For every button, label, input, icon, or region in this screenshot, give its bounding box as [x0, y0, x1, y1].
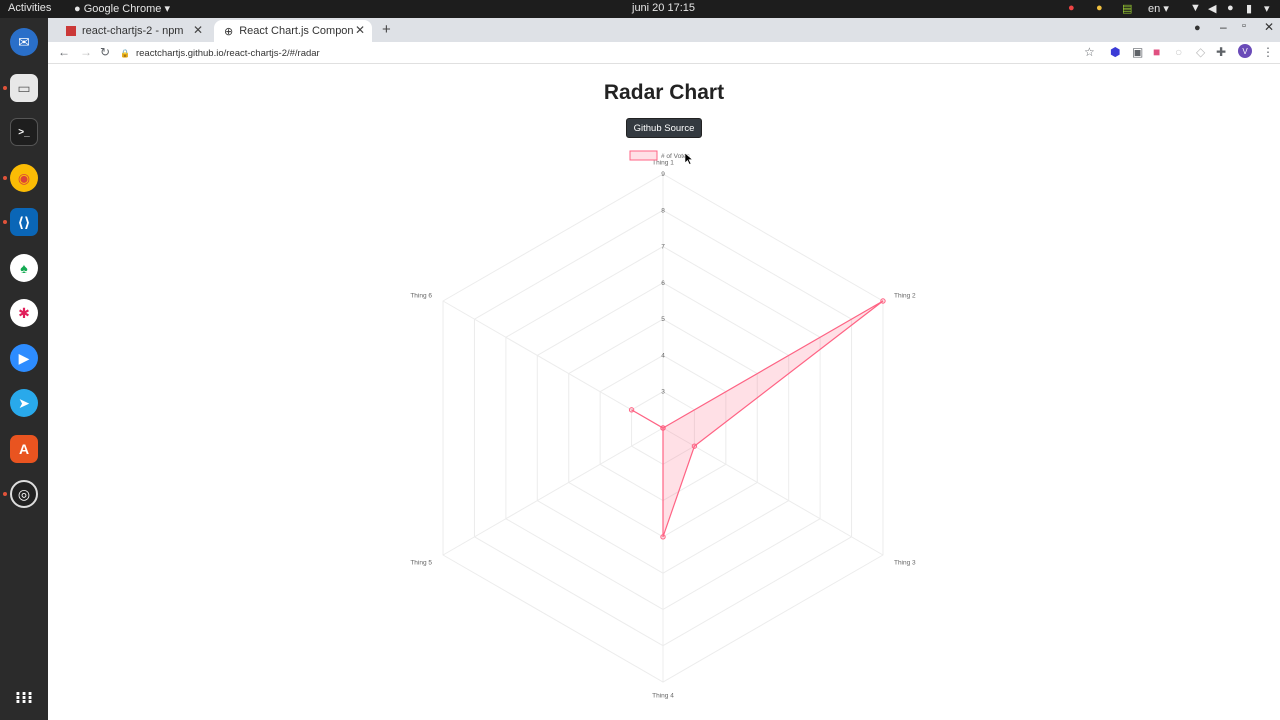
- language-label: en: [1148, 3, 1161, 15]
- wifi-icon[interactable]: ▼: [1190, 2, 1201, 14]
- chevron-down-icon: ▾: [1163, 3, 1169, 15]
- lock-icon: 🔒: [120, 48, 130, 58]
- tab-npm[interactable]: react-chartjs-2 - npm ✕: [56, 20, 210, 42]
- radar-axis-label: Thing 5: [410, 559, 432, 566]
- language-indicator[interactable]: en ▾: [1148, 2, 1169, 15]
- radar-data-point: [660, 534, 666, 540]
- system-menu-chevron-icon[interactable]: ▾: [1264, 2, 1270, 15]
- tab-react-chartjs[interactable]: ⊕ React Chart.js Component ✕: [214, 20, 372, 42]
- radar-data-point: [691, 443, 698, 449]
- radar-tick-label: 5: [661, 316, 665, 323]
- system-top-bar: Activities ● Google Chrome ▾ juni 20 17:…: [0, 0, 1280, 18]
- radar-data-point: [628, 407, 635, 413]
- close-tab-icon[interactable]: ✕: [355, 23, 365, 37]
- microphone-icon[interactable]: ●: [1227, 2, 1234, 14]
- telegram-icon[interactable]: ➤: [10, 389, 38, 417]
- profile-avatar-icon[interactable]: V: [1238, 44, 1252, 58]
- extension-camera-icon[interactable]: ▣: [1132, 45, 1143, 59]
- radar-tick-label: 7: [661, 244, 665, 251]
- page-content: Radar Chart Github Source 3 4 5 6 7 8 9 Thing 1…: [48, 64, 1280, 720]
- tab-search-icon[interactable]: ●: [1194, 22, 1201, 34]
- application-dock: ✉ ▭ >_ ◉ ⟨⟩ ♠ ✱ ▶ ➤ A ◎ ⁝⁝⁝: [0, 18, 48, 720]
- extension-shield-icon[interactable]: ◇: [1196, 45, 1205, 59]
- radar-tick-label: 9: [661, 171, 665, 178]
- zoom-icon[interactable]: ▶: [10, 344, 38, 372]
- globe-favicon-icon: ⊕: [224, 25, 234, 38]
- extensions-puzzle-icon[interactable]: ✚: [1216, 45, 1226, 59]
- radar-data-point: [880, 298, 886, 304]
- extension-pink-icon[interactable]: ■: [1153, 45, 1160, 59]
- volume-icon[interactable]: ◀: [1208, 2, 1216, 15]
- radar-angle-line: [442, 427, 664, 556]
- radar-tick-label: 6: [661, 280, 665, 287]
- npm-favicon-icon: [66, 26, 76, 36]
- radar-axis-label: Thing 6: [410, 293, 432, 300]
- files-icon[interactable]: ▭: [10, 74, 38, 102]
- mongodb-compass-icon[interactable]: ♠: [10, 254, 38, 282]
- google-chrome-icon[interactable]: ◉: [10, 164, 38, 192]
- running-indicator: [3, 492, 7, 496]
- show-applications-grid-icon[interactable]: ⁝⁝⁝: [10, 684, 38, 712]
- new-tab-button[interactable]: +: [382, 21, 391, 38]
- back-button[interactable]: ←: [58, 45, 70, 59]
- activities-button[interactable]: Activities: [8, 2, 51, 14]
- thunderbird-icon[interactable]: ✉: [10, 28, 38, 56]
- extension-hexagon-icon[interactable]: ⬢: [1110, 45, 1120, 59]
- chevron-down-icon: ▾: [164, 3, 170, 15]
- radar-tick-label: 8: [661, 207, 665, 214]
- radar-tick-label: 3: [661, 389, 665, 396]
- radar-axis-label: Thing 4: [652, 693, 674, 700]
- tab-title: React Chart.js Component: [239, 25, 354, 37]
- minimize-window-button[interactable]: –: [1220, 20, 1227, 34]
- tray-list-icon[interactable]: ▤: [1122, 2, 1132, 15]
- radar-axis-label: Thing 3: [894, 559, 916, 566]
- chrome-small-icon: ●: [74, 3, 81, 15]
- tray-notes-icon[interactable]: ●: [1096, 2, 1103, 14]
- terminal-icon[interactable]: >_: [10, 118, 38, 146]
- obs-studio-icon[interactable]: ◎: [10, 480, 38, 508]
- maximize-window-button[interactable]: ▫: [1242, 20, 1246, 32]
- radar-chart: 3456789Thing 1Thing 2Thing 3Thing 4Thing…: [410, 150, 916, 700]
- clock[interactable]: juni 20 17:15: [632, 2, 695, 14]
- software-center-icon[interactable]: A: [10, 435, 38, 463]
- slack-icon[interactable]: ✱: [10, 299, 38, 327]
- running-indicator: [3, 220, 7, 224]
- close-tab-icon[interactable]: ✕: [193, 23, 203, 37]
- battery-icon[interactable]: ▮: [1246, 2, 1252, 15]
- extension-grey-icon[interactable]: ○: [1175, 45, 1182, 59]
- app-menu-label: Google Chrome: [83, 3, 162, 15]
- close-window-button[interactable]: ✕: [1264, 20, 1274, 34]
- address-bar[interactable]: 🔒 reactchartjs.github.io/react-chartjs-2…: [120, 44, 1100, 62]
- radar-axis-label: Thing 2: [894, 293, 916, 300]
- vscode-icon[interactable]: ⟨⟩: [10, 208, 38, 236]
- browser-window-frame: react-chartjs-2 - npm ✕ ⊕ React Chart.js…: [48, 18, 1280, 64]
- bookmark-star-icon[interactable]: ☆: [1084, 45, 1095, 59]
- radar-data-point: [660, 425, 666, 431]
- reload-button[interactable]: ↻: [100, 45, 110, 59]
- url-text: reactchartjs.github.io/react-chartjs-2/#…: [135, 47, 320, 59]
- tray-app-icon[interactable]: ●: [1068, 2, 1075, 14]
- running-indicator: [3, 176, 7, 180]
- browser-toolbar: ← → ↻ 🔒 reactchartjs.github.io/react-cha…: [48, 42, 1280, 64]
- tab-title: react-chartjs-2 - npm: [82, 25, 184, 37]
- app-menu[interactable]: ● Google Chrome ▾: [74, 2, 170, 15]
- chrome-menu-icon[interactable]: ⋮: [1262, 45, 1274, 59]
- radar-tick-label: 4: [661, 352, 665, 359]
- legend-swatch: [629, 150, 658, 161]
- running-indicator: [3, 86, 7, 90]
- forward-button[interactable]: →: [80, 45, 92, 59]
